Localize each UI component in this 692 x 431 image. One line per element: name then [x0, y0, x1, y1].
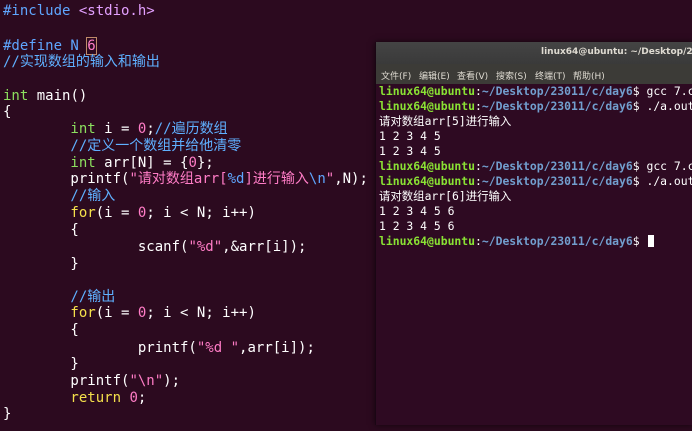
terminal-command: $ ./a.out [632, 99, 692, 113]
prompt-user: linux64@ubuntu [379, 174, 476, 188]
prompt-sep: : [475, 159, 482, 173]
prompt-sep: : [475, 174, 482, 188]
string-literal: "请对数组arr[ [129, 171, 228, 187]
terminal-line-2: linux64@ubuntu:~/Desktop/23011/c/day6$ .… [379, 99, 692, 114]
prompt-path: ~/Desktop/23011/c/day6 [481, 234, 633, 248]
code-text: i = [95, 121, 138, 137]
code-line-24: return 0; [3, 388, 146, 408]
menu-edit[interactable]: 编辑(E) [419, 69, 450, 82]
terminal-cursor [648, 235, 655, 247]
terminal-titlebar[interactable]: linux64@ubuntu: ~/Desktop/2301 [376, 42, 692, 64]
prompt-user: linux64@ubuntu [379, 84, 476, 98]
string-literal: "%d" [188, 239, 223, 255]
code-text: printf( [3, 171, 130, 187]
terminal-line-4: 1 2 3 4 5 [379, 129, 441, 143]
prompt-sep: : [475, 99, 482, 113]
include-directive: #include [3, 3, 79, 19]
format-specifier: %d [227, 171, 245, 187]
code-line-4: //实现数组的输入和输出 [3, 54, 160, 70]
terminal-line-6: linux64@ubuntu:~/Desktop/23011/c/day6$ g… [379, 159, 692, 174]
menu-search[interactable]: 搜索(S) [496, 69, 527, 82]
code-text: ; [146, 121, 155, 137]
string-literal: ]进行输入 [244, 171, 309, 187]
terminal-line-11: linux64@ubuntu:~/Desktop/23011/c/day6$ [379, 234, 655, 249]
prompt-sep: : [475, 84, 482, 98]
keyword-for: for [3, 305, 96, 321]
prompt-path: ~/Desktop/23011/c/day6 [481, 84, 633, 98]
terminal-line-3: 请对数组arr[5]进行输入 [379, 114, 512, 128]
terminal-line-9: 1 2 3 4 5 6 [379, 204, 455, 218]
menu-help[interactable]: 帮助(H) [573, 69, 605, 82]
code-text: ; i < N; i++) [146, 305, 256, 321]
terminal-command: $ ./a.out [632, 174, 692, 188]
prompt-user: linux64@ubuntu [379, 234, 476, 248]
string-literal: "%d " [196, 340, 240, 356]
terminal-line-1: linux64@ubuntu:~/Desktop/23011/c/day6$ g… [379, 84, 692, 99]
terminal-menubar: 文件(F) 编辑(E) 查看(V) 搜索(S) 终端(T) 帮助(H) [376, 64, 692, 84]
terminal-line-8: 请对数组arr[6]进行输入 [379, 189, 512, 203]
type-int: int [3, 121, 96, 137]
code-text: (i = [95, 205, 138, 221]
code-line-6: int main() [3, 86, 87, 106]
code-line-20: { [3, 322, 79, 338]
menu-terminal[interactable]: 终端(T) [535, 69, 566, 82]
terminal-line-10: 1 2 3 4 5 6 [379, 219, 455, 233]
prompt-path: ~/Desktop/23011/c/day6 [481, 174, 633, 188]
terminal-command: $ gcc 7.c [632, 84, 692, 98]
code-text: scanf( [3, 239, 189, 255]
prompt-user: linux64@ubuntu [379, 99, 476, 113]
keyword-return: return [3, 390, 122, 406]
code-text: printf( [3, 373, 130, 389]
comment: //遍历数组 [154, 121, 228, 137]
keyword-for: for [3, 205, 96, 221]
prompt-path: ~/Desktop/23011/c/day6 [481, 99, 633, 113]
code-text: ,&arr[i]); [222, 239, 307, 255]
terminal-line-5: 1 2 3 4 5 [379, 144, 441, 158]
code-text: ; [137, 390, 147, 406]
code-line-25: } [3, 406, 12, 422]
code-text: ,N); [334, 171, 368, 187]
terminal-output[interactable]: linux64@ubuntu:~/Desktop/23011/c/day6$ g… [376, 84, 692, 425]
code-text: ); [163, 373, 181, 389]
string-literal: "\n" [129, 373, 164, 389]
number-literal: 0 [129, 390, 138, 406]
code-text: ; i < N; i++) [146, 205, 256, 221]
prompt-path: ~/Desktop/23011/c/day6 [481, 159, 633, 173]
prompt-sep: : [475, 234, 482, 248]
string-literal: " [325, 171, 335, 187]
include-header: <stdio.h> [78, 3, 155, 19]
terminal-line-7: linux64@ubuntu:~/Desktop/23011/c/day6$ .… [379, 174, 692, 189]
menu-view[interactable]: 查看(V) [457, 69, 488, 82]
code-text: (i = [95, 305, 138, 321]
prompt-user: linux64@ubuntu [379, 159, 476, 173]
terminal-command: $ gcc 7.c [632, 159, 692, 173]
code-text: ,arr[i]); [239, 340, 315, 356]
menu-file[interactable]: 文件(F) [381, 69, 411, 82]
escape-sequence: \n [308, 171, 326, 187]
main-signature: main() [28, 88, 88, 104]
terminal-command: $ [632, 234, 647, 248]
code-line-16: } [3, 256, 79, 272]
code-line-1: #include <stdio.h> [3, 1, 155, 21]
terminal-title: linux64@ubuntu: ~/Desktop/2301 [541, 47, 692, 57]
terminal-window[interactable]: linux64@ubuntu: ~/Desktop/2301 文件(F) 编辑(… [375, 42, 692, 425]
